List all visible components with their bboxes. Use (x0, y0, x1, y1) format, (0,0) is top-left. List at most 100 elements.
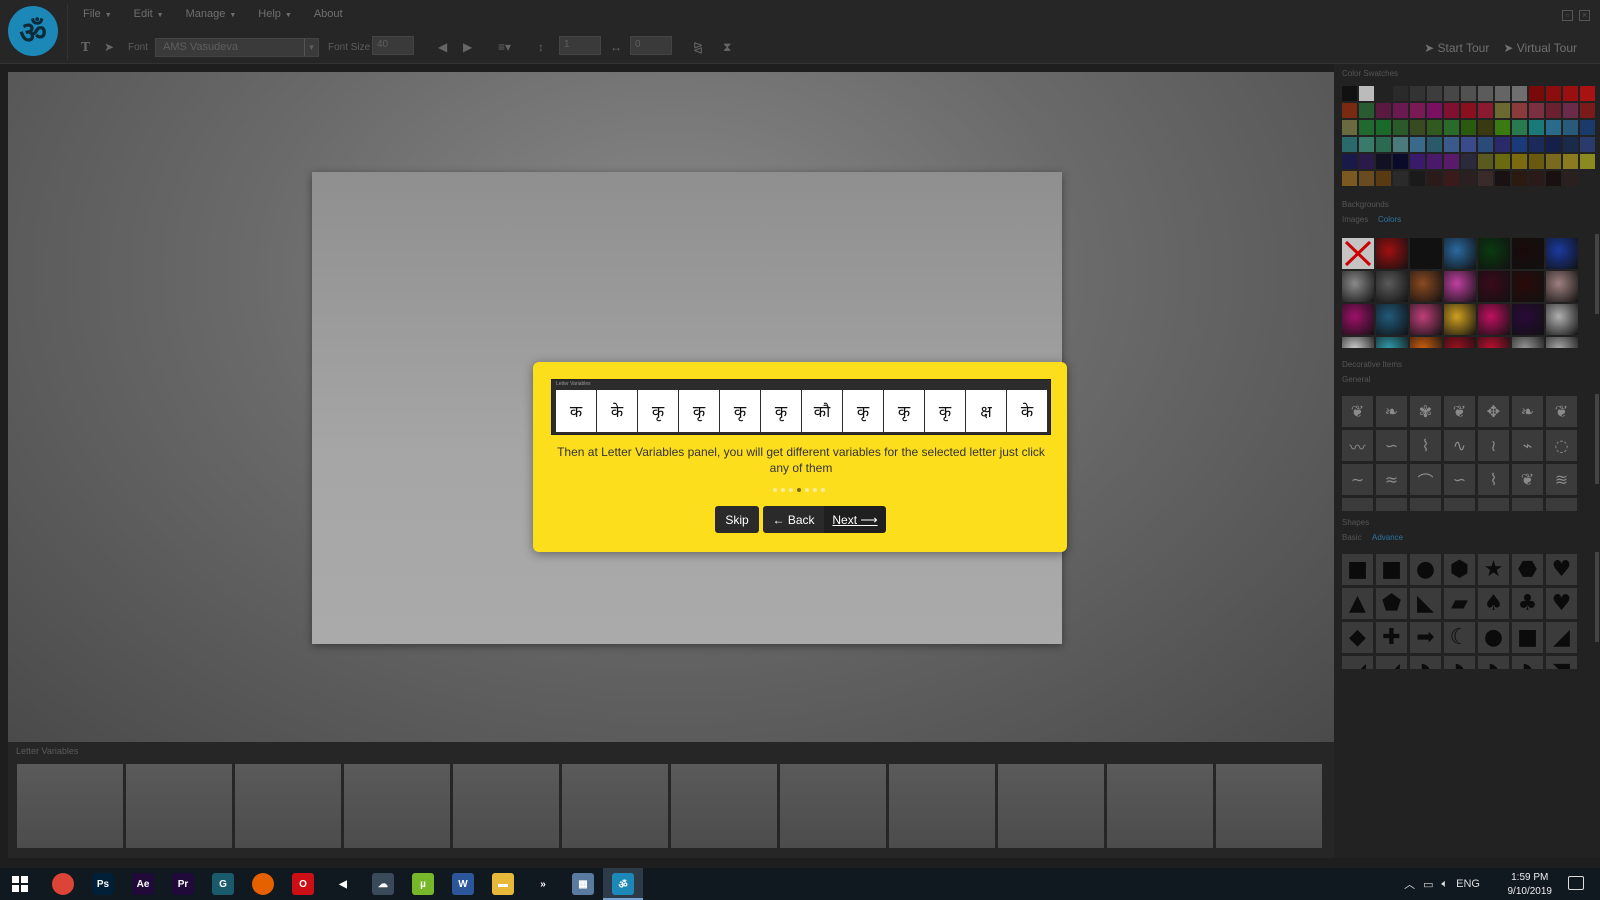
shape-item[interactable]: ◣ (1410, 588, 1441, 619)
back-button[interactable]: ← Back (763, 506, 824, 533)
color-swatch[interactable] (1410, 154, 1425, 169)
taskbar-firefox-icon[interactable] (252, 873, 274, 895)
color-swatch[interactable] (1393, 171, 1408, 186)
color-swatch[interactable] (1376, 86, 1391, 101)
close-icon[interactable]: × (1579, 10, 1590, 21)
background-thumbnail[interactable] (1444, 238, 1476, 269)
color-swatch[interactable] (1410, 103, 1425, 118)
color-swatch[interactable] (1410, 86, 1425, 101)
shape-item[interactable]: ⬢ (1444, 554, 1475, 585)
shape-item[interactable]: ▰ (1444, 588, 1475, 619)
color-swatch[interactable] (1478, 120, 1493, 135)
letter-variable-slot[interactable] (671, 764, 777, 848)
shape-item[interactable]: ◢ (1546, 622, 1577, 653)
shape-item[interactable]: ◢ (1342, 656, 1373, 669)
color-swatch[interactable] (1546, 154, 1561, 169)
color-swatch[interactable] (1563, 120, 1578, 135)
taskbar-app-current-icon[interactable]: ॐ (612, 873, 634, 895)
letter-variable-slot[interactable] (453, 764, 559, 848)
color-swatch[interactable] (1410, 171, 1425, 186)
decorative-item[interactable]: ∽ (1376, 430, 1407, 461)
taskbar-after-effects-icon[interactable]: Ae (132, 873, 154, 895)
color-swatch[interactable] (1563, 137, 1578, 152)
color-swatch[interactable] (1342, 86, 1357, 101)
background-thumbnail[interactable] (1478, 304, 1510, 335)
color-swatch[interactable] (1376, 154, 1391, 169)
shape-item[interactable]: ● (1410, 554, 1441, 585)
color-swatch[interactable] (1359, 120, 1374, 135)
decorative-item[interactable]: ⌓ (1342, 498, 1373, 511)
tour-dot[interactable] (813, 488, 817, 492)
color-swatch[interactable] (1393, 86, 1408, 101)
shape-item[interactable]: ◗ (1478, 656, 1509, 669)
background-thumbnail[interactable] (1512, 271, 1544, 302)
decorative-item[interactable]: ⌓ (1444, 498, 1475, 511)
taskbar-word-icon[interactable]: W (452, 873, 474, 895)
color-swatch[interactable] (1376, 171, 1391, 186)
decorative-item[interactable]: ❦ (1444, 396, 1475, 427)
maximize-icon[interactable]: ▫ (1562, 10, 1573, 21)
color-swatch[interactable] (1563, 86, 1578, 101)
text-tool-icon[interactable]: T (81, 36, 90, 58)
menu-manage[interactable]: Manage ▼ (186, 8, 237, 20)
shape-item[interactable]: ♣ (1512, 588, 1543, 619)
shape-item[interactable]: ☾ (1444, 622, 1475, 653)
color-swatch[interactable] (1444, 86, 1459, 101)
decorative-item[interactable]: ∼ (1342, 464, 1373, 495)
color-swatch[interactable] (1342, 120, 1357, 135)
color-swatch[interactable] (1444, 120, 1459, 135)
no-background-icon[interactable] (1342, 238, 1374, 269)
color-swatch[interactable] (1342, 103, 1357, 118)
background-thumbnail[interactable] (1512, 238, 1544, 269)
background-thumbnail[interactable] (1444, 304, 1476, 335)
shapes-tab-advance[interactable]: Advance (1372, 533, 1403, 542)
background-thumbnail[interactable] (1410, 337, 1442, 348)
background-thumbnail[interactable] (1546, 337, 1578, 348)
line-height-input[interactable]: 1 (559, 36, 601, 55)
background-thumbnail[interactable] (1512, 304, 1544, 335)
taskbar-app-red-icon[interactable]: ◀ (332, 873, 354, 895)
decorative-item[interactable]: ❦ (1546, 396, 1577, 427)
color-swatch[interactable] (1546, 137, 1561, 152)
color-swatch[interactable] (1461, 137, 1476, 152)
color-swatch[interactable] (1461, 103, 1476, 118)
tour-dot[interactable] (781, 488, 785, 492)
menu-help[interactable]: Help ▼ (258, 8, 292, 20)
shape-item[interactable]: ⬣ (1512, 554, 1543, 585)
clock[interactable]: 1:59 PM 9/10/2019 (1508, 871, 1553, 899)
color-swatch[interactable] (1563, 171, 1578, 186)
decorative-item[interactable]: ⌓ (1410, 498, 1441, 511)
color-swatch[interactable] (1512, 86, 1527, 101)
decorative-item[interactable]: ❦ (1342, 396, 1373, 427)
taskbar-opera-icon[interactable]: O (292, 873, 314, 895)
letter-variable-slot[interactable] (126, 764, 232, 848)
taskbar-app-cloud-icon[interactable]: ☁ (372, 873, 394, 895)
color-swatch[interactable] (1495, 171, 1510, 186)
color-swatch[interactable] (1580, 86, 1595, 101)
letter-variable-slot[interactable] (889, 764, 995, 848)
decorative-item[interactable]: ⌇ (1410, 430, 1441, 461)
letter-spacing-input[interactable]: 0 (630, 36, 672, 55)
letter-variable-slot[interactable] (998, 764, 1104, 848)
color-swatch[interactable] (1529, 171, 1544, 186)
taskbar-file-explorer-icon[interactable]: ▬ (492, 873, 514, 895)
color-swatch[interactable] (1342, 154, 1357, 169)
shape-item[interactable]: ▲ (1342, 588, 1373, 619)
decorative-item[interactable]: 〰 (1342, 430, 1373, 461)
color-swatch[interactable] (1427, 86, 1442, 101)
shape-item[interactable]: ■ (1512, 622, 1543, 653)
decorative-item[interactable]: ≋ (1546, 464, 1577, 495)
color-swatch[interactable] (1478, 86, 1493, 101)
color-swatch[interactable] (1478, 137, 1493, 152)
color-swatch[interactable] (1359, 154, 1374, 169)
color-swatch[interactable] (1546, 86, 1561, 101)
color-swatch[interactable] (1376, 120, 1391, 135)
color-swatch[interactable] (1393, 103, 1408, 118)
network-icon[interactable]: ▭ (1423, 878, 1433, 891)
undo-icon[interactable]: ◀ (438, 36, 447, 58)
color-swatch[interactable] (1512, 137, 1527, 152)
taskbar-app-image-icon[interactable]: ▦ (572, 873, 594, 895)
color-swatch[interactable] (1580, 103, 1595, 118)
color-swatch[interactable] (1444, 154, 1459, 169)
color-swatch[interactable] (1376, 137, 1391, 152)
